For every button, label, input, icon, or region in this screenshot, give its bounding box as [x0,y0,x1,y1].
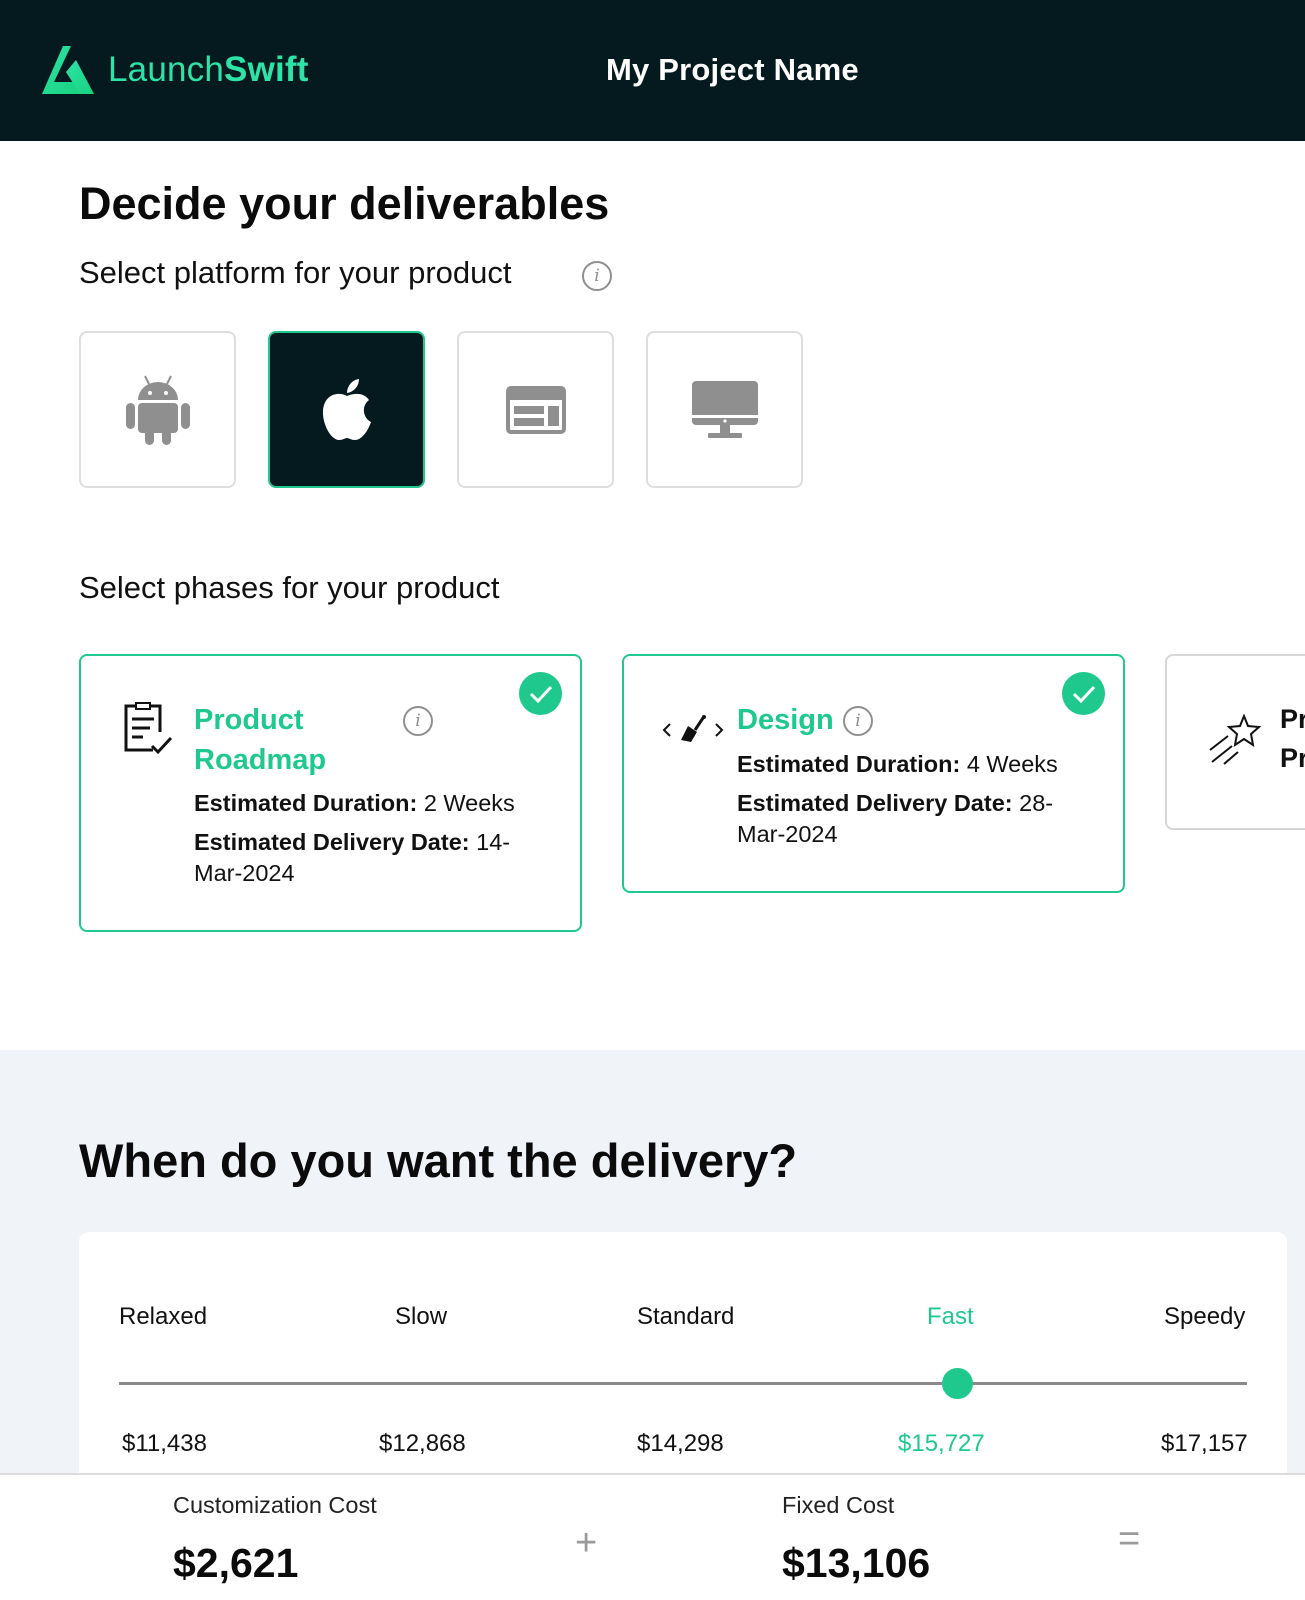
checkmark-icon [1062,672,1105,715]
duration-value: 4 Weeks [966,751,1058,777]
logo[interactable]: LaunchSwift [38,42,309,98]
platform-label: Select platform for your product [79,255,512,290]
checkmark-icon [519,672,562,715]
roadmap-icon [124,702,173,755]
phase-title: Design [737,704,834,736]
delivery-title: When do you want the delivery? [79,1134,798,1187]
logo-text-launch: Launch [108,50,225,89]
delivery-label: Estimated Delivery Date: [194,829,470,855]
fixed-cost-value: $13,106 [782,1540,931,1586]
phase-title-line1: Pr [1280,704,1305,734]
speed-option-relaxed[interactable]: Relaxed [119,1303,207,1331]
info-icon[interactable]: i [403,706,433,736]
plus-icon: + [575,1522,598,1564]
duration-label: Estimated Duration: [194,790,418,816]
android-icon [125,375,190,445]
info-icon[interactable]: i [582,261,612,291]
launch-swift-logo-icon [42,46,94,94]
top-bar: LaunchSwift My Project Name [0,0,1305,141]
duration-value: 2 Weeks [423,790,515,816]
phases-label: Select phases for your product [79,570,500,605]
phase-title-line2: Roadmap [194,744,327,776]
duration-label: Estimated Duration: [737,751,961,777]
platform-desktop[interactable] [646,331,803,488]
platform-ios[interactable] [268,331,425,488]
estimated-duration: Estimated Duration: 2 Weeks [194,788,515,819]
apple-icon [322,378,371,440]
estimated-delivery-date: Estimated Delivery Date: 28- [737,788,1053,819]
delivery-value-continued: Mar-2024 [737,821,838,847]
delivery-value: 28- [1019,790,1054,816]
fixed-cost-label: Fixed Cost [782,1492,895,1518]
speed-option-speedy[interactable]: Speedy [1164,1303,1245,1331]
speed-slider-handle[interactable] [942,1368,973,1399]
price-relaxed: $11,438 [122,1430,207,1457]
speed-option-fast[interactable]: Fast [927,1303,974,1331]
page-title: Decide your deliverables [79,178,610,229]
logo-text-swift: Swift [224,50,309,89]
customization-cost-value: $2,621 [173,1540,299,1586]
platform-web[interactable] [457,331,614,488]
project-name[interactable]: My Project Name [606,52,859,88]
estimated-delivery-date: Estimated Delivery Date: 14- [194,827,510,858]
star-icon [1209,714,1262,765]
customization-cost-label: Customization Cost [173,1492,377,1518]
price-speedy: $17,157 [1161,1430,1248,1457]
price-slow: $12,868 [379,1430,466,1457]
info-icon[interactable]: i [843,706,873,736]
phase-title-line2: Pr [1280,743,1305,773]
delivery-value-continued: Mar-2024 [194,860,295,886]
logo-text: LaunchSwift [108,50,309,90]
price-standard: $14,298 [637,1430,724,1457]
equals-icon: = [1118,1518,1141,1560]
platform-android[interactable] [79,331,236,488]
delivery-value: 14- [476,829,511,855]
phase-title-line1: Product [194,704,304,736]
speed-option-standard[interactable]: Standard [637,1303,734,1331]
desktop-icon [691,380,758,438]
speed-option-slow[interactable]: Slow [395,1303,447,1331]
delivery-label: Estimated Delivery Date: [737,790,1013,816]
design-icon [662,715,724,742]
estimated-duration: Estimated Duration: 4 Weeks [737,749,1058,780]
speed-slider-track[interactable] [119,1382,1247,1385]
web-icon [505,385,566,434]
price-fast: $15,727 [898,1430,985,1457]
